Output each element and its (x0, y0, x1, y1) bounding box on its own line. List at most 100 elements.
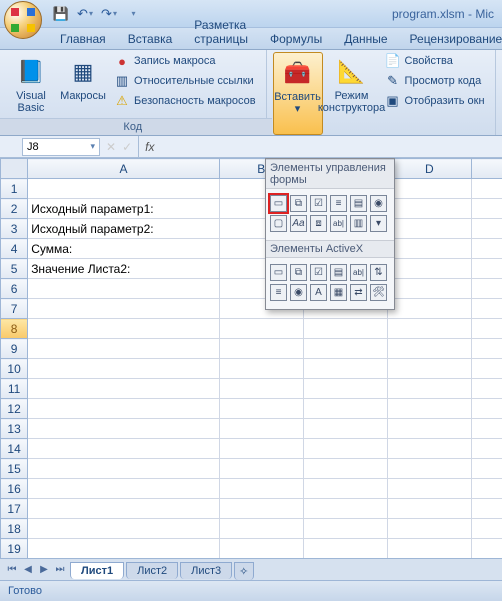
insert-control-button[interactable]: 🧰 Вставить▾ (273, 52, 323, 135)
cell-D12[interactable] (387, 399, 471, 419)
cell-D9[interactable] (387, 339, 471, 359)
cell-B13[interactable] (219, 419, 303, 439)
sheet-nav-last[interactable]: ⏭ (52, 562, 68, 578)
checkbox-control-icon[interactable]: ☑ (310, 195, 327, 212)
cell-A5[interactable]: Значение Листа2: (28, 259, 220, 279)
combobox-control-icon[interactable]: ⧉ (290, 195, 307, 212)
cell-C11[interactable] (303, 379, 387, 399)
cell-E16[interactable] (471, 479, 502, 499)
select-all-corner[interactable] (1, 159, 28, 179)
cell-E1[interactable] (471, 179, 502, 199)
cell-A16[interactable] (28, 479, 220, 499)
relative-refs-button[interactable]: ▥ Относительные ссылки (110, 72, 260, 90)
cell-B18[interactable] (219, 519, 303, 539)
cell-E10[interactable] (471, 359, 502, 379)
cell-D15[interactable] (387, 459, 471, 479)
cell-A1[interactable] (28, 179, 220, 199)
row-header-8[interactable]: 8 (1, 319, 28, 339)
cell-A2[interactable]: Исходный параметр1: (28, 199, 220, 219)
col-header-E[interactable]: E (471, 159, 502, 179)
spinner-control-icon[interactable]: ≡ (330, 195, 347, 212)
textfield-control-icon[interactable]: ab| (330, 215, 347, 232)
cell-A8[interactable] (28, 319, 220, 339)
row-header-6[interactable]: 6 (1, 279, 28, 299)
cell-E4[interactable] (471, 239, 502, 259)
office-button[interactable] (4, 1, 42, 39)
cell-C19[interactable] (303, 539, 387, 559)
cell-E2[interactable] (471, 199, 502, 219)
cell-B11[interactable] (219, 379, 303, 399)
cell-E11[interactable] (471, 379, 502, 399)
cell-C12[interactable] (303, 399, 387, 419)
cell-A19[interactable] (28, 539, 220, 559)
ax-textbox-icon[interactable]: ab| (350, 264, 367, 281)
cell-A10[interactable] (28, 359, 220, 379)
cell-E18[interactable] (471, 519, 502, 539)
cell-D18[interactable] (387, 519, 471, 539)
tab-insert[interactable]: Вставка (118, 29, 183, 49)
row-header-16[interactable]: 16 (1, 479, 28, 499)
cell-D17[interactable] (387, 499, 471, 519)
view-code-button[interactable]: ✎ Просмотр кода (381, 72, 489, 90)
cell-D16[interactable] (387, 479, 471, 499)
cell-C14[interactable] (303, 439, 387, 459)
cell-A13[interactable] (28, 419, 220, 439)
row-header-4[interactable]: 4 (1, 239, 28, 259)
cell-D1[interactable] (387, 179, 471, 199)
tab-formulas[interactable]: Формулы (260, 29, 332, 49)
ax-option-icon[interactable]: ◉ (290, 284, 307, 301)
cell-D3[interactable] (387, 219, 471, 239)
record-macro-button[interactable]: ● Запись макроса (110, 52, 260, 70)
cell-A17[interactable] (28, 499, 220, 519)
properties-button[interactable]: 📄 Свойства (381, 52, 489, 70)
cell-C15[interactable] (303, 459, 387, 479)
cell-A3[interactable]: Исходный параметр2: (28, 219, 220, 239)
cell-D13[interactable] (387, 419, 471, 439)
row-header-10[interactable]: 10 (1, 359, 28, 379)
sheet-nav-first[interactable]: ⏮ (4, 562, 20, 578)
cell-B16[interactable] (219, 479, 303, 499)
ax-scrollbar-icon[interactable]: ⇅ (370, 264, 387, 281)
cell-B10[interactable] (219, 359, 303, 379)
row-header-5[interactable]: 5 (1, 259, 28, 279)
button-control-icon[interactable]: ▭ (270, 195, 287, 212)
sheet-tab-new[interactable]: ✧ (234, 562, 254, 580)
cell-B8[interactable] (219, 319, 303, 339)
cell-D7[interactable] (387, 299, 471, 319)
cell-D8[interactable] (387, 319, 471, 339)
cell-E5[interactable] (471, 259, 502, 279)
sheet-tab-3[interactable]: Лист3 (180, 562, 232, 579)
optionbutton-control-icon[interactable]: ◉ (370, 195, 387, 212)
cell-E6[interactable] (471, 279, 502, 299)
sheet-tab-1[interactable]: Лист1 (70, 562, 124, 579)
cell-E9[interactable] (471, 339, 502, 359)
label-control-icon[interactable]: Aa (290, 215, 307, 232)
cell-C10[interactable] (303, 359, 387, 379)
cell-C9[interactable] (303, 339, 387, 359)
fx-label[interactable]: fx (138, 136, 502, 157)
combo-drop-icon[interactable]: ▾ (370, 215, 387, 232)
cell-A7[interactable] (28, 299, 220, 319)
cell-E3[interactable] (471, 219, 502, 239)
ax-spinner-icon[interactable]: ≡ (270, 284, 287, 301)
cell-C17[interactable] (303, 499, 387, 519)
ax-toggle-icon[interactable]: ⇄ (350, 284, 367, 301)
tab-data[interactable]: Данные (334, 29, 397, 49)
cell-D2[interactable] (387, 199, 471, 219)
cell-D10[interactable] (387, 359, 471, 379)
cell-C13[interactable] (303, 419, 387, 439)
cell-E14[interactable] (471, 439, 502, 459)
col-header-A[interactable]: A (28, 159, 220, 179)
cell-E8[interactable] (471, 319, 502, 339)
row-header-15[interactable]: 15 (1, 459, 28, 479)
design-mode-button[interactable]: 📐 Режим конструктора (327, 52, 377, 135)
groupbox-control-icon[interactable]: ▢ (270, 215, 287, 232)
cell-D5[interactable] (387, 259, 471, 279)
cell-B14[interactable] (219, 439, 303, 459)
cell-grid[interactable]: A B C D E F 12Исходный параметр1:33Исход… (0, 158, 502, 558)
name-box[interactable]: J8 ▾ (22, 138, 100, 156)
row-header-13[interactable]: 13 (1, 419, 28, 439)
tab-layout[interactable]: Разметка страницы (184, 15, 258, 49)
tab-review[interactable]: Рецензирование (400, 29, 502, 49)
cell-A4[interactable]: Сумма: (28, 239, 220, 259)
